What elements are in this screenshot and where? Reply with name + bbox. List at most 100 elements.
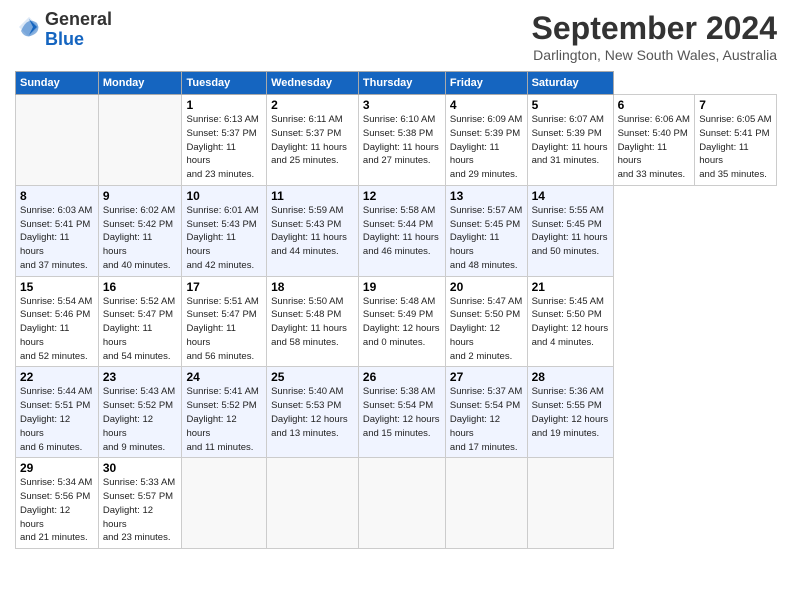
day-number: 2 [271,98,354,112]
day-number: 11 [271,189,354,203]
calendar-cell [182,458,267,549]
calendar-cell: 30Sunrise: 5:33 AMSunset: 5:57 PMDayligh… [98,458,182,549]
calendar-cell: 10Sunrise: 6:01 AMSunset: 5:43 PMDayligh… [182,185,267,276]
day-number: 13 [450,189,523,203]
day-info: Sunrise: 5:36 AMSunset: 5:55 PMDaylight:… [532,385,609,440]
calendar-cell [98,95,182,186]
day-info: Sunrise: 5:51 AMSunset: 5:47 PMDaylight:… [186,295,262,364]
day-info: Sunrise: 5:45 AMSunset: 5:50 PMDaylight:… [532,295,609,350]
day-number: 14 [532,189,609,203]
day-number: 27 [450,370,523,384]
calendar-cell: 27Sunrise: 5:37 AMSunset: 5:54 PMDayligh… [445,367,527,458]
calendar-cell [16,95,99,186]
calendar-cell: 7Sunrise: 6:05 AMSunset: 5:41 PMDaylight… [695,95,777,186]
day-number: 24 [186,370,262,384]
calendar-cell: 20Sunrise: 5:47 AMSunset: 5:50 PMDayligh… [445,276,527,367]
day-info: Sunrise: 5:48 AMSunset: 5:49 PMDaylight:… [363,295,441,350]
day-number: 17 [186,280,262,294]
calendar-cell [445,458,527,549]
weekday-header: Monday [98,72,182,95]
calendar-cell: 12Sunrise: 5:58 AMSunset: 5:44 PMDayligh… [358,185,445,276]
logo-text: General Blue [45,10,112,50]
calendar-week: 15Sunrise: 5:54 AMSunset: 5:46 PMDayligh… [16,276,777,367]
weekday-header: Saturday [527,72,613,95]
day-number: 1 [186,98,262,112]
calendar-header: SundayMondayTuesdayWednesdayThursdayFrid… [16,72,777,95]
day-number: 7 [699,98,772,112]
calendar-cell: 23Sunrise: 5:43 AMSunset: 5:52 PMDayligh… [98,367,182,458]
title-block: September 2024 Darlington, New South Wal… [532,10,777,63]
day-info: Sunrise: 6:13 AMSunset: 5:37 PMDaylight:… [186,113,262,182]
day-info: Sunrise: 5:58 AMSunset: 5:44 PMDaylight:… [363,204,441,259]
day-number: 12 [363,189,441,203]
calendar-cell: 1Sunrise: 6:13 AMSunset: 5:37 PMDaylight… [182,95,267,186]
day-info: Sunrise: 6:09 AMSunset: 5:39 PMDaylight:… [450,113,523,182]
day-number: 21 [532,280,609,294]
day-info: Sunrise: 5:54 AMSunset: 5:46 PMDaylight:… [20,295,94,364]
day-info: Sunrise: 6:07 AMSunset: 5:39 PMDaylight:… [532,113,609,168]
logo-icon [15,13,43,41]
calendar-week: 22Sunrise: 5:44 AMSunset: 5:51 PMDayligh… [16,367,777,458]
day-info: Sunrise: 5:38 AMSunset: 5:54 PMDaylight:… [363,385,441,440]
day-info: Sunrise: 5:52 AMSunset: 5:47 PMDaylight:… [103,295,178,364]
calendar-week: 29Sunrise: 5:34 AMSunset: 5:56 PMDayligh… [16,458,777,549]
day-number: 3 [363,98,441,112]
calendar-cell: 15Sunrise: 5:54 AMSunset: 5:46 PMDayligh… [16,276,99,367]
weekday-header: Wednesday [267,72,359,95]
calendar-cell: 9Sunrise: 6:02 AMSunset: 5:42 PMDaylight… [98,185,182,276]
day-number: 30 [103,461,178,475]
day-info: Sunrise: 6:01 AMSunset: 5:43 PMDaylight:… [186,204,262,273]
weekday-header: Thursday [358,72,445,95]
day-info: Sunrise: 5:33 AMSunset: 5:57 PMDaylight:… [103,476,178,545]
day-info: Sunrise: 5:43 AMSunset: 5:52 PMDaylight:… [103,385,178,454]
calendar-cell: 6Sunrise: 6:06 AMSunset: 5:40 PMDaylight… [613,95,695,186]
day-number: 19 [363,280,441,294]
day-info: Sunrise: 5:34 AMSunset: 5:56 PMDaylight:… [20,476,94,545]
logo: General Blue [15,10,112,50]
calendar-cell [527,458,613,549]
day-number: 25 [271,370,354,384]
day-number: 4 [450,98,523,112]
page-header: General Blue September 2024 Darlington, … [15,10,777,63]
day-info: Sunrise: 6:02 AMSunset: 5:42 PMDaylight:… [103,204,178,273]
day-info: Sunrise: 5:59 AMSunset: 5:43 PMDaylight:… [271,204,354,259]
calendar-cell: 11Sunrise: 5:59 AMSunset: 5:43 PMDayligh… [267,185,359,276]
calendar-cell: 3Sunrise: 6:10 AMSunset: 5:38 PMDaylight… [358,95,445,186]
calendar-cell: 16Sunrise: 5:52 AMSunset: 5:47 PMDayligh… [98,276,182,367]
day-number: 15 [20,280,94,294]
calendar-cell: 13Sunrise: 5:57 AMSunset: 5:45 PMDayligh… [445,185,527,276]
day-number: 26 [363,370,441,384]
calendar-cell: 28Sunrise: 5:36 AMSunset: 5:55 PMDayligh… [527,367,613,458]
day-number: 18 [271,280,354,294]
day-number: 6 [618,98,691,112]
day-number: 16 [103,280,178,294]
calendar-cell: 5Sunrise: 6:07 AMSunset: 5:39 PMDaylight… [527,95,613,186]
calendar-cell: 2Sunrise: 6:11 AMSunset: 5:37 PMDaylight… [267,95,359,186]
day-info: Sunrise: 5:40 AMSunset: 5:53 PMDaylight:… [271,385,354,440]
day-info: Sunrise: 5:57 AMSunset: 5:45 PMDaylight:… [450,204,523,273]
calendar-cell: 8Sunrise: 6:03 AMSunset: 5:41 PMDaylight… [16,185,99,276]
day-number: 28 [532,370,609,384]
day-number: 29 [20,461,94,475]
day-number: 23 [103,370,178,384]
calendar-cell [358,458,445,549]
day-info: Sunrise: 5:55 AMSunset: 5:45 PMDaylight:… [532,204,609,259]
day-info: Sunrise: 6:11 AMSunset: 5:37 PMDaylight:… [271,113,354,168]
calendar-cell: 4Sunrise: 6:09 AMSunset: 5:39 PMDaylight… [445,95,527,186]
day-number: 20 [450,280,523,294]
calendar-cell: 14Sunrise: 5:55 AMSunset: 5:45 PMDayligh… [527,185,613,276]
calendar-cell [267,458,359,549]
day-number: 22 [20,370,94,384]
calendar-table: SundayMondayTuesdayWednesdayThursdayFrid… [15,71,777,549]
calendar-cell: 18Sunrise: 5:50 AMSunset: 5:48 PMDayligh… [267,276,359,367]
day-number: 10 [186,189,262,203]
day-info: Sunrise: 6:06 AMSunset: 5:40 PMDaylight:… [618,113,691,182]
calendar-week: 1Sunrise: 6:13 AMSunset: 5:37 PMDaylight… [16,95,777,186]
day-number: 5 [532,98,609,112]
weekday-header: Tuesday [182,72,267,95]
calendar-cell: 29Sunrise: 5:34 AMSunset: 5:56 PMDayligh… [16,458,99,549]
day-info: Sunrise: 6:05 AMSunset: 5:41 PMDaylight:… [699,113,772,182]
calendar-cell: 19Sunrise: 5:48 AMSunset: 5:49 PMDayligh… [358,276,445,367]
calendar-cell: 26Sunrise: 5:38 AMSunset: 5:54 PMDayligh… [358,367,445,458]
weekday-header: Friday [445,72,527,95]
